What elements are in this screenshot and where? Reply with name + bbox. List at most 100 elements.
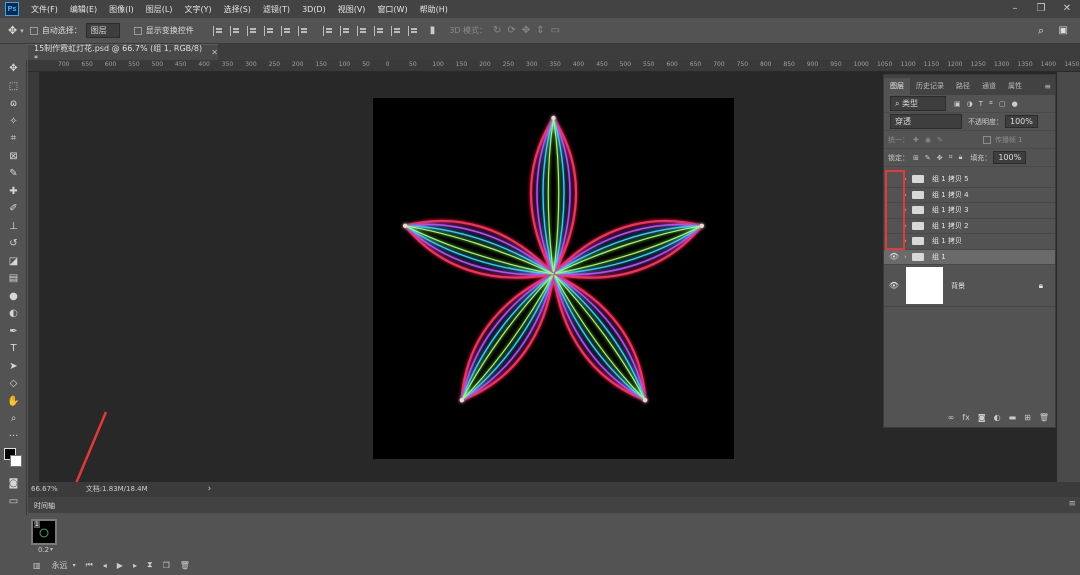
- document-tab[interactable]: 15制作霓虹灯花.psd @ 66.7% (组 1, RGB/8) * ✕: [28, 44, 218, 63]
- crop-tool-icon[interactable]: ⌗: [0, 130, 27, 148]
- auto-align-icon[interactable]: ▮: [430, 25, 436, 36]
- lock-image-icon[interactable]: ✎: [925, 154, 931, 162]
- distribute-bottom-icon[interactable]: [356, 25, 368, 36]
- menu-file[interactable]: 文件(F): [25, 4, 64, 15]
- animation-frame[interactable]: 1: [31, 519, 57, 545]
- pen-tool-icon[interactable]: ✒: [0, 323, 27, 341]
- move-tool-icon[interactable]: ✥: [0, 60, 27, 78]
- align-vcenter-icon[interactable]: [280, 25, 292, 36]
- zoom-level[interactable]: 66.67%: [31, 485, 58, 493]
- eye-icon[interactable]: 👁︎: [884, 252, 904, 261]
- history-brush-tool-icon[interactable]: ↺: [0, 235, 27, 253]
- 3d-orbit-icon[interactable]: ↻: [493, 25, 501, 36]
- lock-all-icon[interactable]: 🔒︎: [959, 153, 963, 162]
- menu-view[interactable]: 视图(V): [332, 4, 372, 15]
- previous-frame-icon[interactable]: ◂: [103, 561, 107, 570]
- layer-row[interactable]: › 组 1 拷贝: [884, 234, 1055, 250]
- dodge-tool-icon[interactable]: ◐: [0, 305, 27, 323]
- 3d-pan-icon[interactable]: ✥: [522, 25, 530, 36]
- distribute-vcenter-icon[interactable]: [339, 25, 351, 36]
- document-canvas[interactable]: [373, 98, 734, 459]
- color-swatches-icon[interactable]: [0, 445, 27, 475]
- type-tool-icon[interactable]: T: [0, 340, 27, 358]
- align-top-icon[interactable]: [263, 25, 275, 36]
- align-bottom-icon[interactable]: [297, 25, 309, 36]
- tab-channels[interactable]: 通道: [976, 78, 1002, 95]
- maximize-button[interactable]: ❐: [1028, 0, 1054, 18]
- frame-delay[interactable]: 0.2: [38, 546, 49, 554]
- align-hcenter-icon[interactable]: [229, 25, 241, 36]
- layer-name[interactable]: 组 1 拷贝 3: [932, 205, 969, 215]
- lasso-tool-icon[interactable]: ɷ: [0, 95, 27, 113]
- fill-input[interactable]: 100%: [993, 151, 1027, 164]
- layer-name[interactable]: 组 1 拷贝 5: [932, 174, 969, 184]
- timeline-tab[interactable]: 时间轴: [28, 497, 1080, 513]
- menu-type[interactable]: 文字(Y): [178, 4, 217, 15]
- filter-adjust-icon[interactable]: ◑: [967, 100, 973, 108]
- fx-icon[interactable]: fx: [962, 413, 970, 422]
- distribute-top-icon[interactable]: [322, 25, 334, 36]
- minimize-button[interactable]: –: [1002, 0, 1028, 18]
- eye-icon[interactable]: 👁︎: [884, 281, 904, 290]
- layer-name[interactable]: 组 1 拷贝: [932, 236, 962, 246]
- layer-name[interactable]: 组 1 拷贝 2: [932, 221, 969, 231]
- move-tool-icon[interactable]: ✥: [8, 24, 17, 37]
- link-layers-icon[interactable]: ∞: [948, 413, 955, 422]
- layer-row[interactable]: › 组 1 拷贝 4: [884, 187, 1055, 203]
- tab-paths[interactable]: 路径: [950, 78, 976, 95]
- shape-tool-icon[interactable]: ◇: [0, 375, 27, 393]
- magic-wand-tool-icon[interactable]: ✧: [0, 113, 27, 131]
- auto-select-checkbox[interactable]: [29, 26, 38, 35]
- group-expand-chevron-icon[interactable]: ›: [904, 237, 912, 245]
- status-menu-arrow-icon[interactable]: ›: [208, 484, 212, 494]
- next-frame-icon[interactable]: ▸: [133, 561, 137, 570]
- frame-delay-chevron-icon[interactable]: ▾: [50, 546, 53, 553]
- add-mask-icon[interactable]: ◙: [978, 413, 986, 422]
- more-tools-icon[interactable]: ···: [0, 428, 27, 446]
- background-layer-row[interactable]: 👁︎ 背景 🔒︎: [884, 265, 1055, 307]
- distribute-right-icon[interactable]: [407, 25, 419, 36]
- clone-stamp-tool-icon[interactable]: ⊥: [0, 218, 27, 236]
- unify-style-icon[interactable]: ✎: [937, 136, 943, 144]
- group-expand-chevron-icon[interactable]: ›: [904, 253, 912, 261]
- group-expand-chevron-icon[interactable]: ›: [904, 222, 912, 230]
- layer-row[interactable]: › 组 1 拷贝 3: [884, 203, 1055, 219]
- group-expand-chevron-icon[interactable]: ›: [904, 175, 912, 183]
- tween-icon[interactable]: ⧗: [147, 560, 153, 570]
- hand-tool-icon[interactable]: ✋: [0, 393, 27, 411]
- filter-smart-icon[interactable]: ▢: [999, 100, 1006, 108]
- filter-shape-icon[interactable]: ⌗: [989, 99, 993, 108]
- layer-row[interactable]: › 组 1 拷贝 5: [884, 172, 1055, 188]
- timeline-menu-icon[interactable]: ≡: [1068, 499, 1076, 509]
- unify-position-icon[interactable]: ✚: [913, 136, 919, 144]
- play-icon[interactable]: ▶: [117, 561, 123, 570]
- new-group-icon[interactable]: ▬: [1009, 413, 1017, 422]
- loop-chevron-icon[interactable]: ▾: [73, 562, 76, 569]
- blur-tool-icon[interactable]: ●: [0, 288, 27, 306]
- lock-artboard-icon[interactable]: ⌗: [949, 153, 953, 162]
- eraser-tool-icon[interactable]: ◪: [0, 253, 27, 271]
- search-icon[interactable]: ⌕: [1038, 24, 1044, 38]
- gradient-tool-icon[interactable]: ▤: [0, 270, 27, 288]
- document-tab-close-icon[interactable]: ✕: [211, 48, 218, 57]
- propagate-frame-checkbox[interactable]: [982, 135, 991, 144]
- tab-layers[interactable]: 图层: [884, 78, 910, 95]
- filter-toggle-icon[interactable]: ●: [1012, 100, 1018, 108]
- loop-dropdown[interactable]: 永远: [52, 560, 68, 571]
- lock-position-icon[interactable]: ✥: [937, 154, 943, 162]
- workspace-icon[interactable]: ▣: [1059, 25, 1068, 36]
- healing-brush-tool-icon[interactable]: ✚: [0, 183, 27, 201]
- frame-tool-icon[interactable]: ⊠: [0, 148, 27, 166]
- menu-layer[interactable]: 图层(L): [140, 4, 179, 15]
- menu-image[interactable]: 图像(I): [103, 4, 140, 15]
- menu-filter[interactable]: 滤镜(T): [257, 4, 296, 15]
- layer-row[interactable]: 👁︎ › 组 1: [884, 249, 1055, 265]
- distribute-left-icon[interactable]: [373, 25, 385, 36]
- filter-pixel-icon[interactable]: ▣: [954, 100, 961, 108]
- align-right-icon[interactable]: [246, 25, 258, 36]
- brush-tool-icon[interactable]: ✐: [0, 200, 27, 218]
- tab-history[interactable]: 历史记录: [910, 78, 950, 95]
- layer-name[interactable]: 组 1: [932, 252, 946, 262]
- 3d-video-icon[interactable]: ▭: [551, 25, 560, 36]
- layer-row[interactable]: › 组 1 拷贝 2: [884, 218, 1055, 234]
